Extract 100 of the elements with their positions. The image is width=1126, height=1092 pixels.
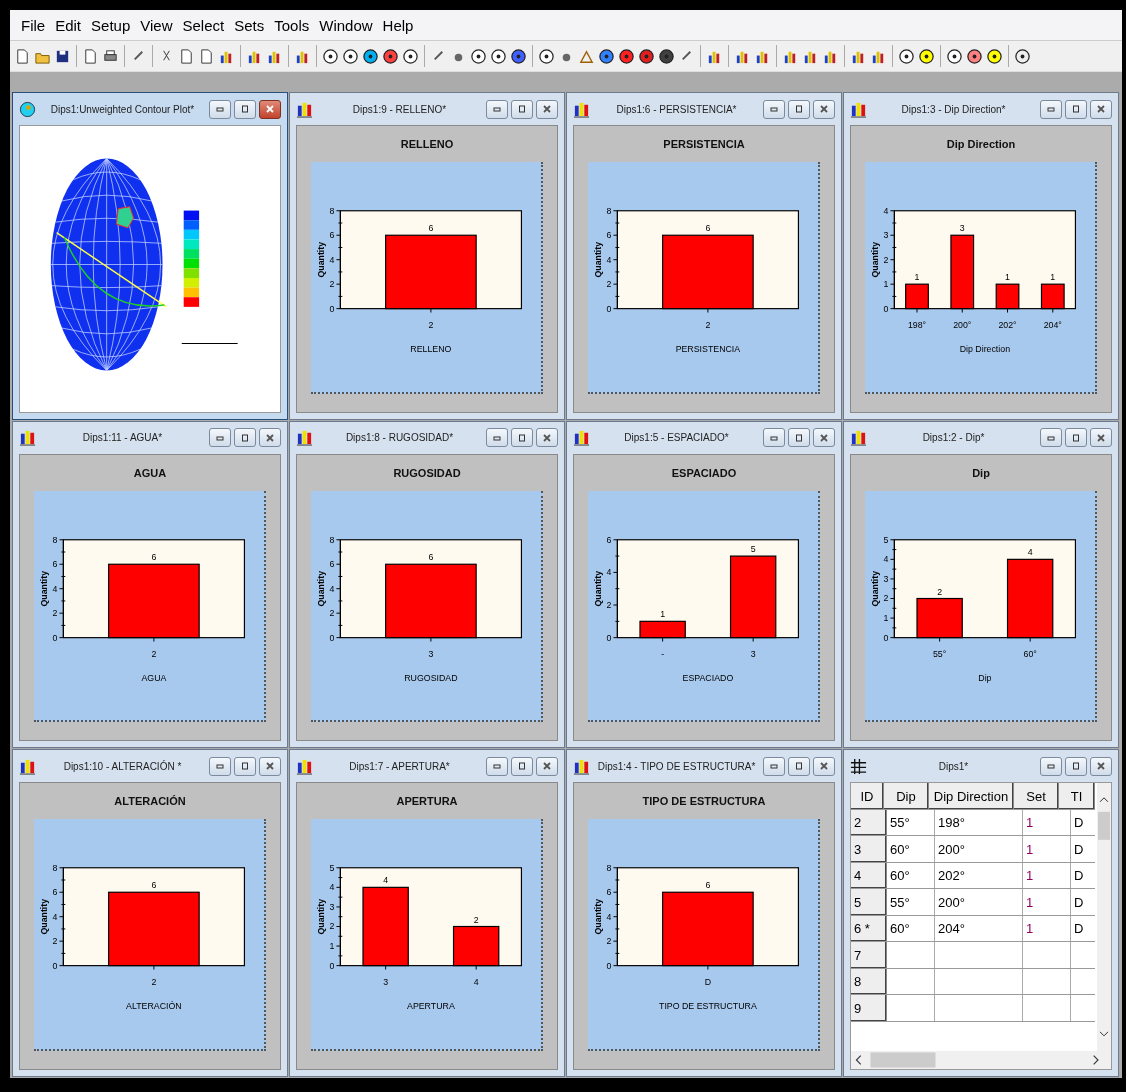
close-button[interactable] xyxy=(1090,99,1112,119)
close-button[interactable] xyxy=(536,99,558,119)
close-button[interactable] xyxy=(536,428,558,448)
window-title: Dips1:Unweighted Contour Plot* xyxy=(49,103,196,115)
table-cell: 1 xyxy=(1023,889,1071,915)
close-button[interactable] xyxy=(259,756,281,776)
row-header[interactable]: 9 xyxy=(851,995,887,1021)
close-button[interactable] xyxy=(813,428,835,448)
stereonet-icon[interactable] xyxy=(618,47,635,65)
close-button[interactable] xyxy=(259,99,281,119)
stereonet-icon[interactable] xyxy=(966,47,983,65)
maximize-button[interactable] xyxy=(234,756,256,776)
column-header[interactable]: ID xyxy=(851,783,884,809)
close-button[interactable] xyxy=(1090,428,1112,448)
vertical-scrollbar[interactable] xyxy=(1097,783,1111,1051)
menu-item[interactable]: Setup xyxy=(86,16,136,34)
maximize-icon xyxy=(794,104,804,114)
minimize-icon xyxy=(769,761,779,772)
stereonet-icon[interactable] xyxy=(898,47,915,65)
maximize-button[interactable] xyxy=(1065,99,1087,119)
maximize-button[interactable] xyxy=(1065,756,1087,776)
row-header[interactable]: 2 xyxy=(851,809,887,836)
maximize-button[interactable] xyxy=(234,99,256,119)
stereonet-icon[interactable] xyxy=(1014,47,1031,65)
menu-item[interactable]: Help xyxy=(377,16,419,34)
chart-title: PERSISTENCIA xyxy=(663,137,745,152)
table-cell: 200° xyxy=(935,836,1023,862)
stereonet-icon[interactable] xyxy=(362,47,379,65)
window-title: Dips1:2 - Dip* xyxy=(921,432,986,444)
maximize-button[interactable] xyxy=(511,99,533,119)
menu-item[interactable]: Window xyxy=(314,16,378,34)
close-button[interactable] xyxy=(813,99,835,119)
column-header[interactable]: TI xyxy=(1059,783,1095,809)
stereonet-icon[interactable] xyxy=(918,47,935,65)
row-header[interactable]: 7 xyxy=(851,942,887,968)
maximize-button[interactable] xyxy=(234,428,256,448)
stereonet-icon[interactable] xyxy=(402,47,419,65)
menu-item[interactable]: Edit xyxy=(50,16,87,34)
category-label: 3 xyxy=(750,648,756,659)
value-label: 6 xyxy=(428,223,434,234)
stereonet-icon[interactable] xyxy=(598,47,615,65)
table-cell: 55° xyxy=(887,809,935,836)
maximize-button[interactable] xyxy=(1065,428,1087,448)
table-cell: 204° xyxy=(935,915,1023,942)
maximize-button[interactable] xyxy=(788,99,810,119)
row-header[interactable]: 4 xyxy=(851,862,887,889)
close-button[interactable] xyxy=(536,756,558,776)
stereonet-icon[interactable] xyxy=(638,47,655,65)
stereonet-icon[interactable] xyxy=(658,47,675,65)
stereonet-icon[interactable] xyxy=(382,47,399,65)
maximize-button[interactable] xyxy=(788,428,810,448)
row-header[interactable]: 6 * xyxy=(851,915,887,942)
tick-label: 0 xyxy=(883,303,889,314)
table-cell: 198° xyxy=(935,809,1023,836)
maximize-button[interactable] xyxy=(788,756,810,776)
menu-item[interactable]: File xyxy=(16,16,51,34)
column-header[interactable]: Dip xyxy=(884,783,929,809)
document-icon[interactable] xyxy=(14,47,31,65)
close-button[interactable] xyxy=(1090,756,1112,776)
maximize-button[interactable] xyxy=(511,756,533,776)
stereonet-icon[interactable] xyxy=(510,47,527,65)
menu-item[interactable]: Sets xyxy=(229,16,270,34)
stereonet-icon[interactable] xyxy=(342,47,359,65)
tick-label: 6 xyxy=(606,230,612,241)
chart-title: ESPACIADO xyxy=(671,465,737,481)
stereonet-icon[interactable] xyxy=(986,47,1003,65)
window-title: Dips1:11 - AGUA* xyxy=(81,432,164,444)
maximize-button[interactable] xyxy=(511,428,533,448)
bar-chart-icon xyxy=(573,100,590,118)
stereonet-icon[interactable] xyxy=(490,47,507,65)
menu-item[interactable]: View xyxy=(135,16,178,34)
row-header[interactable]: 8 xyxy=(851,968,887,995)
row-header[interactable]: 5 xyxy=(851,889,887,915)
close-button[interactable] xyxy=(259,428,281,448)
close-icon xyxy=(819,432,829,443)
close-icon xyxy=(1096,432,1106,443)
tick-label: 8 xyxy=(606,863,612,874)
stereonet-icon[interactable] xyxy=(946,47,963,65)
x-axis-title: PERSISTENCIA xyxy=(675,343,741,354)
horizontal-scrollbar[interactable] xyxy=(851,1051,1111,1069)
window-title: Dips1:9 - RELLENO* xyxy=(351,103,448,115)
close-button[interactable] xyxy=(813,756,835,776)
tick-label: 2 xyxy=(329,279,335,290)
column-header[interactable]: Dip Direction xyxy=(929,783,1014,809)
circle-icon[interactable] xyxy=(538,47,555,65)
stereonet-icon[interactable] xyxy=(470,47,487,65)
tick-label: 2 xyxy=(52,607,58,618)
menu-item[interactable]: Tools xyxy=(269,16,315,34)
stereonet-icon[interactable] xyxy=(322,47,339,65)
table-cell: 202° xyxy=(935,862,1023,889)
triangle-icon[interactable] xyxy=(578,47,595,65)
row-header[interactable]: 3 xyxy=(851,836,887,862)
tick-label: 0 xyxy=(606,632,612,643)
tick-label: 5 xyxy=(883,534,889,545)
close-icon xyxy=(265,104,275,114)
column-header[interactable]: Set xyxy=(1014,783,1059,809)
tick-label: 1 xyxy=(883,612,889,623)
table-cell: 1 xyxy=(1023,862,1071,889)
menu-item[interactable]: Select xyxy=(177,16,230,34)
close-icon xyxy=(265,761,275,772)
